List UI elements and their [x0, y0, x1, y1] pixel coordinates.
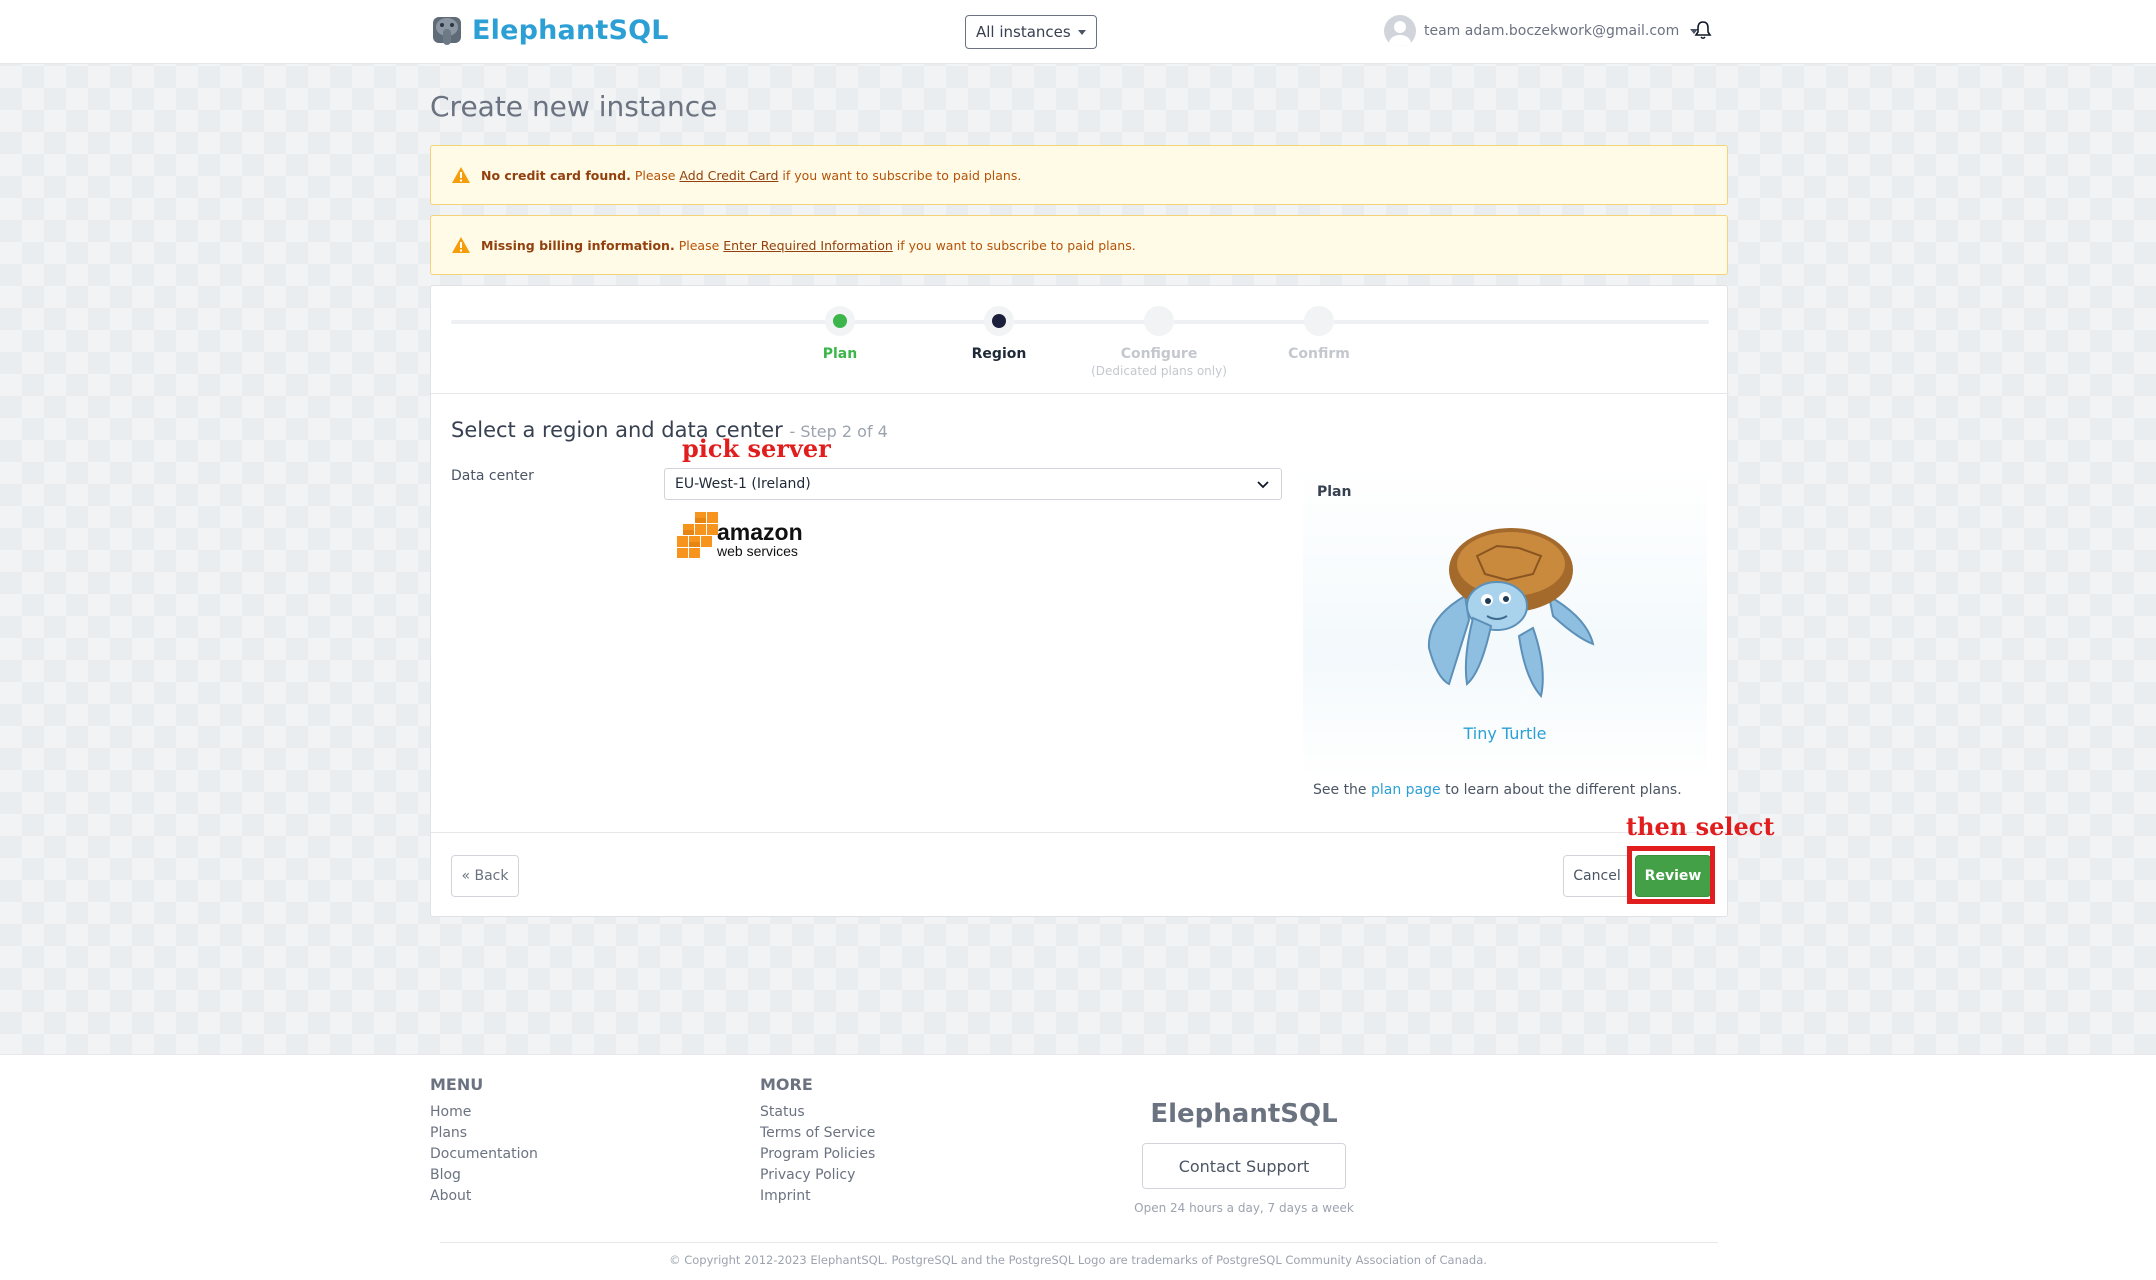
- create-instance-card: Plan Region Configure (Dedicated plans o…: [430, 285, 1729, 918]
- step-dot: [1144, 306, 1174, 336]
- footer-more: MORE Status Terms of Service Program Pol…: [760, 1075, 875, 1207]
- data-center-select[interactable]: EU-West-1 (Ireland): [664, 468, 1282, 500]
- step-plan[interactable]: Plan: [760, 306, 920, 362]
- bell-icon[interactable]: [1694, 20, 1712, 40]
- footer-link-status[interactable]: Status: [760, 1102, 875, 1123]
- brand-link[interactable]: ElephantSQL: [430, 13, 669, 47]
- all-instances-dropdown[interactable]: All instances: [965, 15, 1097, 49]
- contact-support-button[interactable]: Contact Support: [1142, 1143, 1346, 1189]
- aws-logo: amazon web services: [677, 512, 803, 559]
- step-label: Region: [971, 346, 1027, 362]
- step-label: Configure: [1120, 346, 1198, 362]
- step-dot: [1304, 306, 1334, 336]
- svg-text:web services: web services: [716, 543, 798, 559]
- plan-preview: Plan Tiny Turtle: [1303, 468, 1707, 778]
- top-navbar: ElephantSQL All instances team adam.bocz…: [0, 0, 2156, 64]
- warning-triangle-icon: [452, 167, 470, 183]
- all-instances-label: All instances: [976, 23, 1071, 41]
- footer-link-documentation[interactable]: Documentation: [430, 1144, 538, 1165]
- footer-link-privacy[interactable]: Privacy Policy: [760, 1165, 875, 1186]
- data-center-label: Data center: [451, 468, 534, 484]
- step-confirm: Confirm: [1239, 306, 1399, 362]
- enter-required-information-link[interactable]: Enter Required Information: [723, 238, 893, 253]
- plan-name: Tiny Turtle: [1463, 724, 1547, 743]
- chevron-down-icon: [1257, 481, 1269, 489]
- alert-no-credit-card: No credit card found. Please Add Credit …: [430, 145, 1728, 205]
- alert-missing-billing: Missing billing information. Please Ente…: [430, 215, 1728, 275]
- alert-text: if you want to subscribe to paid plans.: [782, 167, 1022, 183]
- page-title: Create new instance: [430, 90, 718, 123]
- alert-text: Please: [678, 237, 720, 253]
- footer-menu: MENU Home Plans Documentation Blog About: [430, 1075, 538, 1207]
- footer-link-plans[interactable]: Plans: [430, 1123, 538, 1144]
- brand-name: ElephantSQL: [472, 14, 669, 46]
- footer-divider: [440, 1242, 1718, 1243]
- alert-title: Missing billing information.: [481, 237, 675, 253]
- support-hours: Open 24 hours a day, 7 days a week: [1134, 1201, 1354, 1215]
- alert-text: if you want to subscribe to paid plans.: [896, 237, 1136, 253]
- caret-down-icon: [1077, 29, 1086, 35]
- plan-note-text: to learn about the different plans.: [1445, 782, 1682, 798]
- copyright: © Copyright 2012-2023 ElephantSQL. Postg…: [669, 1253, 1487, 1267]
- footer-more-title: MORE: [760, 1075, 813, 1094]
- wizard-stepper: Plan Region Configure (Dedicated plans o…: [431, 286, 1729, 394]
- cancel-button[interactable]: Cancel: [1563, 855, 1631, 897]
- step-region: Region: [919, 306, 1079, 362]
- plan-note: See the plan page to learn about the dif…: [1313, 782, 1682, 798]
- back-button[interactable]: « Back: [451, 855, 519, 897]
- user-avatar-icon: [1384, 15, 1416, 47]
- step-dot: [825, 306, 855, 336]
- plan-note-text: See the: [1313, 782, 1367, 798]
- annotation-then-select: then select: [1626, 812, 1775, 841]
- footer-link-imprint[interactable]: Imprint: [760, 1186, 875, 1207]
- user-label: team adam.boczekwork@gmail.com: [1424, 23, 1680, 39]
- footer-link-blog[interactable]: Blog: [430, 1165, 538, 1186]
- footer-brand: ElephantSQL Contact Support Open 24 hour…: [1128, 1099, 1360, 1215]
- plan-page-link[interactable]: plan page: [1371, 782, 1441, 798]
- footer-menu-title: MENU: [430, 1075, 484, 1094]
- step-sublabel: (Dedicated plans only): [1091, 364, 1227, 378]
- footer-link-program-policies[interactable]: Program Policies: [760, 1144, 875, 1165]
- annotation-pick-server: pick server: [682, 434, 831, 463]
- warning-triangle-icon: [452, 237, 470, 253]
- step-label: Plan: [822, 346, 858, 362]
- footer-link-home[interactable]: Home: [430, 1102, 538, 1123]
- footer-brand-name: ElephantSQL: [1150, 1099, 1338, 1129]
- step-label: Confirm: [1288, 346, 1350, 362]
- user-menu[interactable]: team adam.boczekwork@gmail.com: [1384, 15, 1699, 47]
- annotation-highlight-box: [1627, 846, 1715, 904]
- alert-text: Please: [634, 167, 676, 183]
- alert-title: No credit card found.: [481, 167, 631, 183]
- step-dot: [984, 306, 1014, 336]
- step-configure: Configure (Dedicated plans only): [1079, 306, 1239, 378]
- turtle-icon: [1427, 528, 1595, 698]
- svg-text:amazon: amazon: [717, 519, 803, 545]
- elephant-icon: [433, 17, 461, 45]
- card-footer: « Back Cancel Review: [431, 832, 1729, 918]
- footer-link-about[interactable]: About: [430, 1186, 538, 1207]
- data-center-value: EU-West-1 (Ireland): [675, 476, 811, 492]
- add-credit-card-link[interactable]: Add Credit Card: [679, 168, 778, 183]
- site-footer: MENU Home Plans Documentation Blog About…: [0, 1054, 2156, 1280]
- footer-link-terms[interactable]: Terms of Service: [760, 1123, 875, 1144]
- plan-label: Plan: [1317, 484, 1352, 500]
